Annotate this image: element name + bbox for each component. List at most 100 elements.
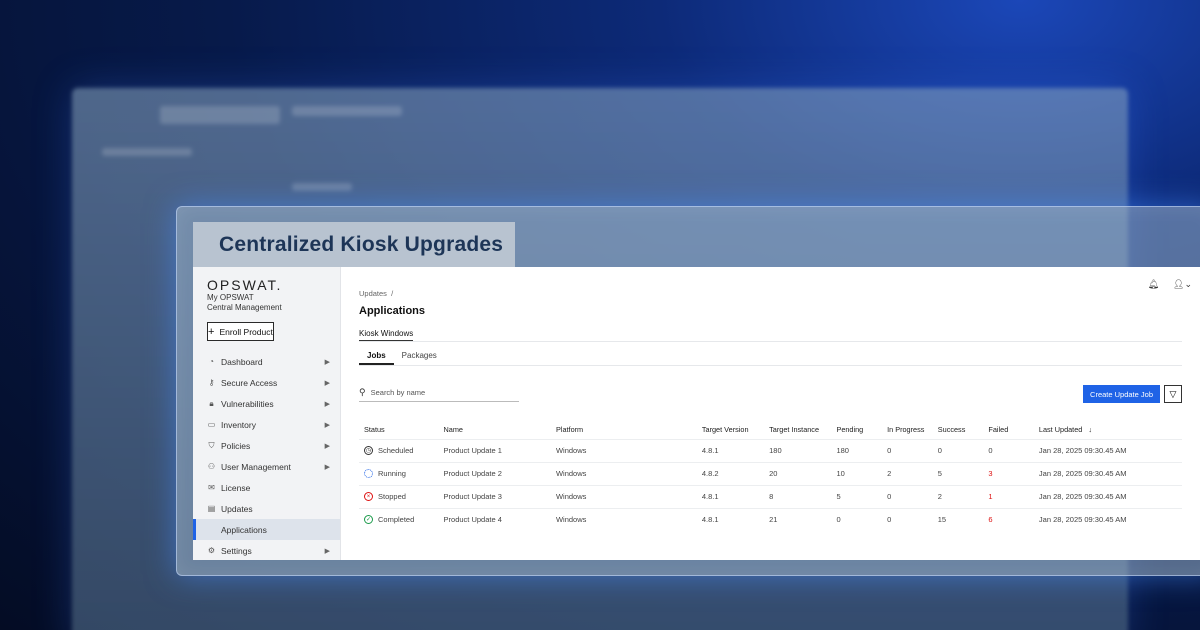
cell-success: 15 <box>932 507 984 531</box>
main-content: 🔔︎ 👤︎⌄ Updates / Applications Kiosk Wind… <box>341 267 1200 560</box>
sidebar-item-user-management[interactable]: ⚇ User Management ▶ <box>193 456 340 477</box>
cell-failed: 3 <box>983 461 1034 485</box>
sidebar-item-policies[interactable]: ⛉ Policies ▶ <box>193 435 340 456</box>
cell-failed: 6 <box>983 507 1034 531</box>
cell-in-progress: 0 <box>882 507 933 531</box>
jobs-table: Status Name Platform Target Version Target I… <box>359 421 1182 531</box>
status-label: Running <box>378 469 406 478</box>
sidebar-item-applications[interactable]: Applications <box>193 519 340 540</box>
status-sched-icon: ◷ <box>364 446 373 455</box>
table-row[interactable]: × Stopped Product Update 3 Windows 4.8.1 8 5 0 2… <box>359 484 1182 508</box>
cell-success: 0 <box>932 438 984 462</box>
cell-version: 4.8.2 <box>696 461 765 485</box>
cell-failed: 0 <box>983 438 1034 462</box>
sidebar-item-label: User Management <box>221 461 291 472</box>
cell-pending: 5 <box>831 484 883 508</box>
sidebar-item-license[interactable]: ✉ License <box>193 477 340 498</box>
table-row[interactable]: Running Product Update 2 Windows 4.8.2 20 10 2… <box>359 461 1182 485</box>
cell-platform: Windows <box>550 484 697 508</box>
cell-success: 2 <box>932 484 984 508</box>
toolbar: ⚲ Create Update Job ▽ <box>359 385 1182 403</box>
status-cell: × Stopped <box>359 484 439 508</box>
cell-instance: 180 <box>764 438 832 462</box>
tab-kiosk-windows[interactable]: Kiosk Windows <box>359 329 414 341</box>
tab-packages[interactable]: Packages <box>394 351 445 365</box>
cell-updated: Jan 28, 2025 09:30.45 AM <box>1033 484 1182 508</box>
sidebar-item-label: Applications <box>221 524 267 535</box>
sidebar-item-inventory[interactable]: ▭ Inventory ▶ <box>193 414 340 435</box>
headline: Centralized Kiosk Upgrades <box>219 233 504 256</box>
cell-instance: 21 <box>764 507 832 531</box>
column-header: Status <box>364 425 385 435</box>
sidebar-item-label: License <box>221 482 251 493</box>
gear-icon: ⚙ <box>207 546 216 555</box>
chevron-right-icon: ▶ <box>324 442 330 450</box>
cell-updated: Jan 28, 2025 09:30.45 AM <box>1033 507 1182 531</box>
cell-instance: 8 <box>764 484 832 508</box>
search-input[interactable] <box>370 387 501 397</box>
updates-icon: ▤ <box>207 504 216 513</box>
sidebar-item-label: Secure Access <box>221 377 278 388</box>
chevron-right-icon: ▶ <box>324 421 330 429</box>
breadcrumb: Updates / <box>359 289 394 298</box>
tab-jobs[interactable]: Jobs <box>359 351 394 365</box>
plus-icon: + <box>208 325 215 338</box>
user-menu-icon[interactable]: 👤︎⌄ <box>1173 279 1192 290</box>
cell-name: Product Update 4 <box>438 507 551 531</box>
filter-icon[interactable]: ▽ <box>1164 385 1182 403</box>
app-subtitle-2: Central Management <box>207 303 282 312</box>
sidebar-item-dashboard[interactable]: ◔ Dashboard ▶ <box>193 351 340 372</box>
column-header: Target Instance <box>769 425 820 435</box>
cell-name: Product Update 1 <box>438 438 551 462</box>
sidebar-item-settings[interactable]: ⚙ Settings ▶ <box>193 540 340 560</box>
tabs: Jobs Packages <box>359 351 1182 365</box>
column-header: In Progress <box>887 425 925 435</box>
breadcrumb-updates[interactable]: Updates <box>359 289 387 298</box>
column-header: Success <box>937 425 966 435</box>
sidebar-item-secure-access[interactable]: ⚷ Secure Access ▶ <box>193 372 340 393</box>
table-body: ◷ Scheduled Product Update 1 Windows 4.8.1 18… <box>359 438 1182 531</box>
sidebar-item-label: Dashboard <box>221 356 263 367</box>
sidebar-item-label: Inventory <box>221 419 256 430</box>
cell-in-progress: 2 <box>882 461 933 485</box>
create-update-job-button[interactable]: Create Update Job <box>1083 385 1160 403</box>
enroll-product-button[interactable]: + Enroll Product <box>207 322 274 341</box>
status-stop-icon: × <box>364 492 373 501</box>
column-header: Pending <box>836 425 864 435</box>
shield-icon: ⛉ <box>208 441 215 450</box>
column-header: Platform <box>555 425 584 435</box>
table-header: Status Name Platform Target Version Target I… <box>359 421 1182 439</box>
search-box: ⚲ <box>359 387 519 402</box>
cell-platform: Windows <box>550 507 697 531</box>
top-icons: 🔔︎ 👤︎⌄ <box>1148 279 1192 290</box>
cell-name: Product Update 3 <box>438 484 551 508</box>
cell-name: Product Update 2 <box>438 461 551 485</box>
sidebar-nav: ◔ Dashboard ▶ ⚷ Secure Access ▶ 🔒︎ Vulnerabilit… <box>193 351 340 560</box>
page-title: Applications <box>359 305 426 317</box>
chevron-right-icon: ▶ <box>324 400 330 408</box>
table-row[interactable]: ◷ Scheduled Product Update 1 Windows 4.8.1 18… <box>359 438 1182 462</box>
cell-platform: Windows <box>550 438 697 462</box>
cell-in-progress: 0 <box>882 438 933 462</box>
headline-box: Centralized Kiosk Upgrades <box>193 222 515 268</box>
sidebar-item-updates[interactable]: ▤ Updates <box>193 498 340 519</box>
lock-icon: 🔒︎ <box>209 399 214 408</box>
cell-pending: 0 <box>831 507 883 531</box>
sidebar: OPSWAT. My OPSWAT Central Management + E… <box>193 267 341 560</box>
key-icon: ⚷ <box>208 378 215 387</box>
status-run-icon <box>364 469 373 478</box>
column-header[interactable]: Last Updated ↓ <box>1034 421 1182 439</box>
table-row[interactable]: ✓ Completed Product Update 4 Windows 4.8.1 21… <box>359 507 1182 531</box>
sidebar-item-label: Updates <box>221 503 253 514</box>
divider <box>359 365 1182 366</box>
column-header: Target Version <box>701 425 749 435</box>
sidebar-item-label: Policies <box>221 440 251 451</box>
cell-in-progress: 0 <box>882 484 933 508</box>
sidebar-item-vulnerabilities[interactable]: 🔒︎ Vulnerabilities ▶ <box>193 393 340 414</box>
status-label: Completed <box>378 515 415 525</box>
status-label: Stopped <box>378 492 406 501</box>
bell-icon[interactable]: 🔔︎ <box>1148 279 1159 290</box>
monitor-icon: ▭ <box>207 420 216 429</box>
status-cell: ◷ Scheduled <box>359 438 439 462</box>
column-header: Name <box>443 425 463 435</box>
